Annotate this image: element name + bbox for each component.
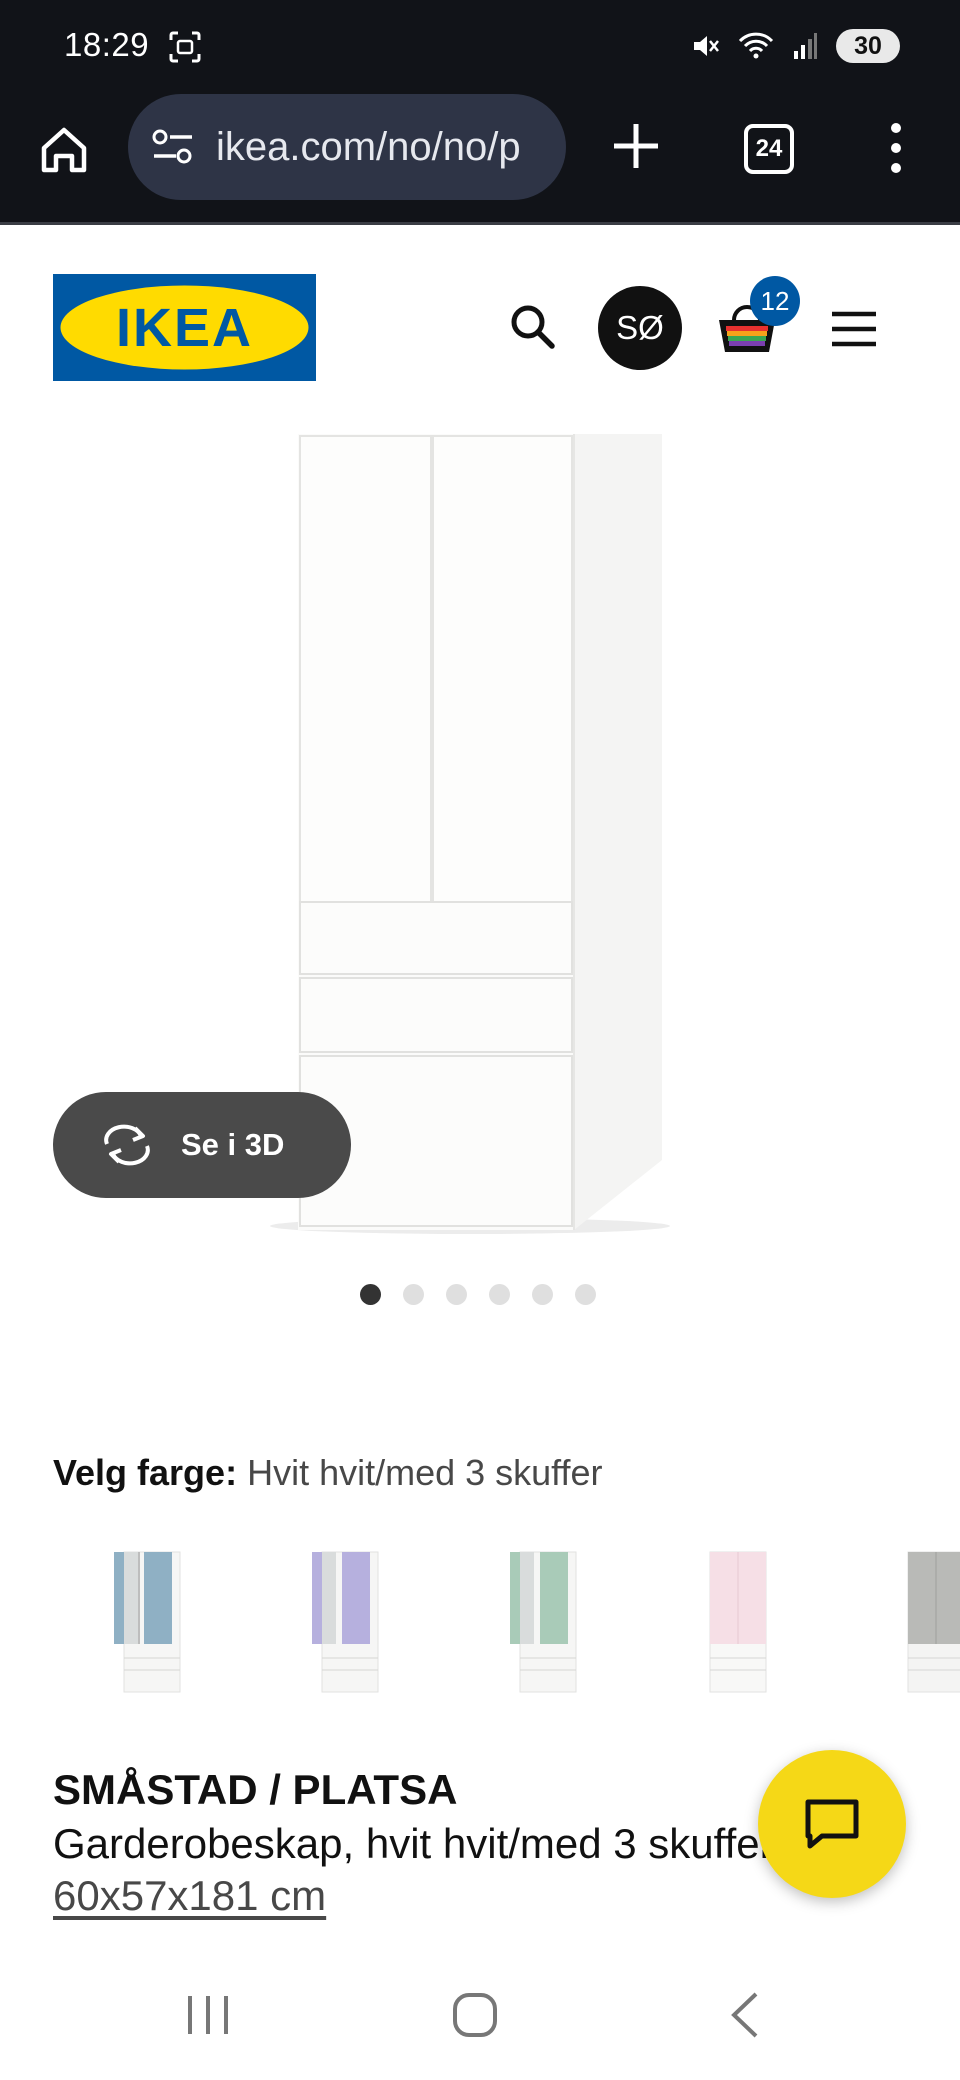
view-in-3d-button[interactable]: Se i 3D (53, 1092, 351, 1198)
ikea-logo[interactable]: IKEA (53, 274, 316, 381)
mute-icon (694, 36, 719, 56)
home-icon[interactable] (36, 122, 92, 178)
search-icon[interactable] (506, 300, 560, 354)
carousel-dot-2[interactable] (403, 1284, 424, 1305)
carousel-dot-3[interactable] (446, 1284, 467, 1305)
tab-switcher-button[interactable]: 24 (744, 124, 794, 174)
recent-apps-icon[interactable] (186, 1994, 230, 2036)
screenshot-icon (169, 31, 201, 63)
signal-icon (794, 33, 817, 59)
carousel-dot-4[interactable] (489, 1284, 510, 1305)
product-description: Garderobeskap, hvit hvit/med 3 skuffer (53, 1820, 773, 1867)
selected-color-value: Hvit hvit/med 3 skuffer (247, 1452, 603, 1493)
carousel-dot-5[interactable] (532, 1284, 553, 1305)
battery-indicator: 30 (836, 29, 900, 63)
view-in-3d-label: Se i 3D (181, 1127, 285, 1162)
new-tab-icon[interactable] (604, 114, 668, 178)
carousel-dot-1[interactable] (360, 1284, 381, 1305)
color-selection-label: Velg farge: Hvit hvit/med 3 skuffer (53, 1452, 603, 1494)
color-option-blue[interactable] (100, 1546, 220, 1702)
product-name: SMÅSTAD / PLATSA (53, 1766, 458, 1813)
home-button-icon[interactable] (452, 1992, 498, 2038)
image-carousel-indicator (360, 1284, 596, 1305)
color-option-pink[interactable] (694, 1546, 814, 1702)
system-navigation-bar (0, 1944, 960, 2080)
status-time: 18:29 (64, 26, 150, 63)
chat-icon (805, 1799, 859, 1849)
color-option-grey[interactable] (892, 1546, 960, 1702)
url-text[interactable]: ikea.com/no/no/p (216, 125, 521, 170)
back-icon[interactable] (728, 1990, 760, 2040)
carousel-dot-6[interactable] (575, 1284, 596, 1305)
product-size-link[interactable]: 60x57x181 cm (53, 1872, 326, 1920)
color-label-title: Velg farge: (53, 1452, 238, 1493)
wifi-icon (738, 32, 774, 59)
rotate-3d-icon (104, 1124, 150, 1166)
site-settings-icon[interactable] (150, 127, 196, 167)
color-option-mint[interactable] (496, 1546, 616, 1702)
address-bar[interactable]: ikea.com/no/no/p (128, 94, 566, 200)
more-options-icon[interactable] (880, 118, 912, 178)
status-bar: 18:29 30 (0, 0, 960, 94)
cart-count-badge[interactable]: 12 (750, 276, 800, 326)
logo-text: IKEA (116, 298, 253, 358)
profile-avatar[interactable]: SØ (598, 286, 682, 370)
color-options (0, 1546, 960, 1702)
color-option-lilac[interactable] (298, 1546, 418, 1702)
hamburger-menu-icon[interactable] (830, 310, 878, 348)
chat-button[interactable] (758, 1750, 906, 1898)
browser-toolbar: ikea.com/no/no/p 24 (0, 94, 960, 225)
